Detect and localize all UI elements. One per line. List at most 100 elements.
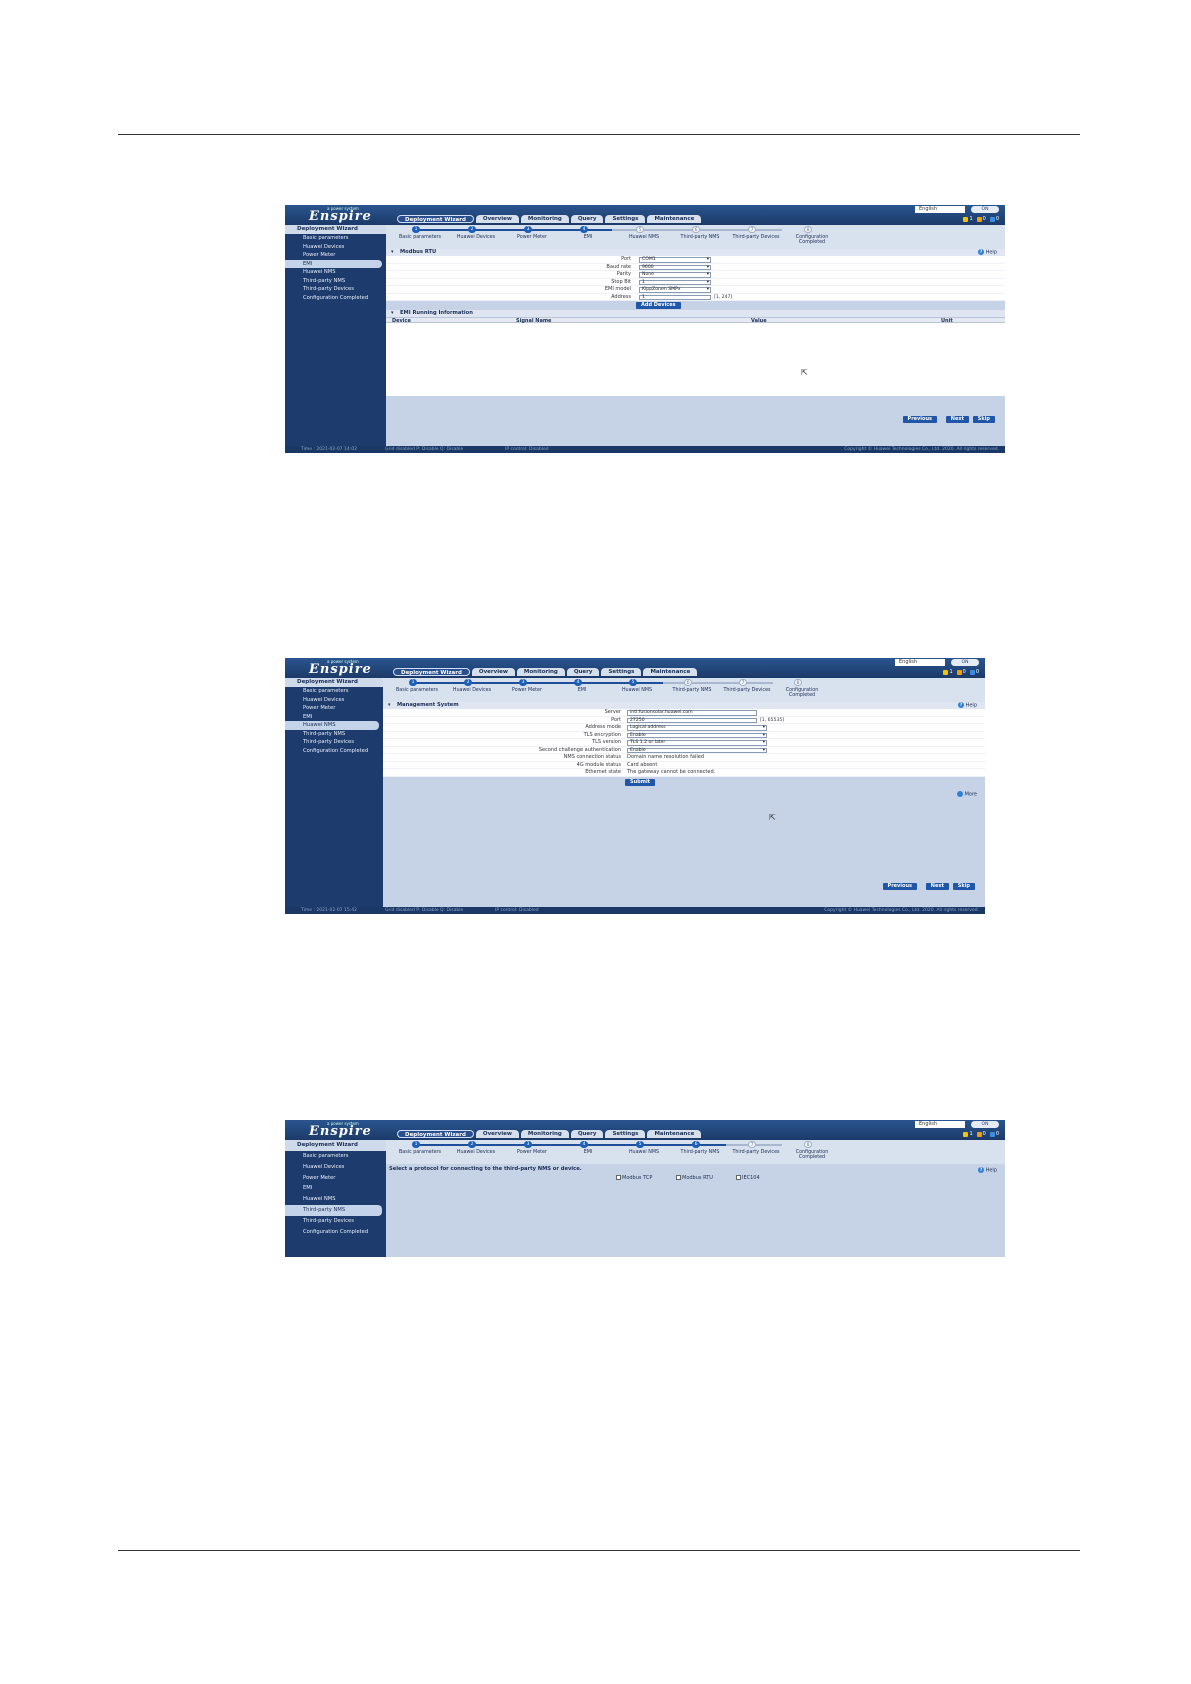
emi-model-select[interactable]: KippZonen SMPx: [639, 287, 711, 293]
tab-query[interactable]: Query: [570, 1130, 604, 1138]
step-dot-6[interactable]: 6: [684, 679, 692, 686]
tab-query[interactable]: Query: [570, 215, 604, 223]
sidebar-item-configuration-completed[interactable]: Configuration Completed: [285, 747, 383, 756]
info-alarm[interactable]: 0: [989, 1131, 999, 1137]
step-dot-5[interactable]: 5: [636, 226, 644, 233]
step-dot-6[interactable]: 6: [692, 1141, 700, 1148]
tab-settings[interactable]: Settings: [605, 215, 646, 223]
step-dot-3[interactable]: 3: [519, 679, 527, 686]
sidebar-item-configuration-completed[interactable]: Configuration Completed: [285, 1227, 386, 1238]
minor-alarm[interactable]: 0: [956, 669, 966, 675]
next-button[interactable]: Next: [925, 882, 949, 890]
sidebar-item-emi[interactable]: EMI: [285, 713, 383, 722]
sidebar-item-configuration-completed[interactable]: Configuration Completed: [285, 294, 386, 303]
sidebar-item-basic-parameters[interactable]: Basic parameters: [285, 1151, 386, 1162]
server-input[interactable]: intl.fusionsolar.huawei.com: [627, 710, 757, 716]
major-alarm[interactable]: 1: [963, 216, 973, 222]
previous-button[interactable]: Previous: [882, 882, 917, 890]
tls-version-select[interactable]: TLS 1.2 or later: [627, 740, 767, 746]
baud-rate-select[interactable]: 9600: [639, 264, 711, 270]
add-devices-button[interactable]: Add Devices: [636, 302, 681, 309]
management-system-header[interactable]: ▾ Management System ? Help: [383, 702, 985, 709]
step-dot-3[interactable]: 3: [524, 1141, 532, 1148]
sidebar-item-huawei-devices[interactable]: Huawei Devices: [285, 1162, 386, 1173]
tab-monitoring[interactable]: Monitoring: [520, 1130, 569, 1138]
tab-maintenance[interactable]: Maintenance: [647, 1130, 702, 1138]
sidebar-item-huawei-devices[interactable]: Huawei Devices: [285, 243, 386, 252]
checkbox[interactable]: [676, 1175, 681, 1180]
tab-overview[interactable]: Overview: [471, 668, 515, 676]
tab-settings[interactable]: Settings: [601, 668, 642, 676]
language-select[interactable]: English: [895, 659, 945, 666]
step-dot-2[interactable]: 2: [468, 226, 476, 233]
next-button[interactable]: Next: [945, 416, 969, 423]
sidebar-item-power-meter[interactable]: Power Meter: [285, 251, 386, 260]
power-toggle[interactable]: ON: [971, 206, 999, 213]
step-dot-7[interactable]: 7: [748, 226, 756, 233]
step-dot-1[interactable]: 1: [409, 679, 417, 686]
info-alarm[interactable]: 0: [989, 216, 999, 222]
tab-deployment-wizard[interactable]: Deployment Wizard: [397, 215, 474, 223]
minor-alarm[interactable]: 0: [976, 216, 986, 222]
parity-select[interactable]: None: [639, 272, 711, 278]
step-dot-8[interactable]: 8: [794, 679, 802, 686]
skip-button[interactable]: Skip: [972, 416, 995, 423]
step-dot-4[interactable]: 4: [580, 1141, 588, 1148]
step-dot-8[interactable]: 8: [804, 1141, 812, 1148]
major-alarm[interactable]: 1: [943, 669, 953, 675]
emi-running-info-header[interactable]: ▾ EMI Running Information: [386, 310, 1005, 317]
step-dot-8[interactable]: 8: [804, 226, 812, 233]
tab-deployment-wizard[interactable]: Deployment Wizard: [393, 668, 470, 676]
step-dot-5[interactable]: 5: [629, 679, 637, 686]
modbus-rtu-option[interactable]: Modbus RTU: [676, 1175, 713, 1181]
power-toggle[interactable]: ON: [951, 659, 979, 666]
minor-alarm[interactable]: 0: [976, 1131, 986, 1137]
submit-button[interactable]: Submit: [625, 778, 656, 786]
address-mode-select[interactable]: Logical address: [627, 725, 767, 731]
step-dot-1[interactable]: 1: [412, 1141, 420, 1148]
tab-maintenance[interactable]: Maintenance: [643, 668, 698, 676]
sidebar-item-basic-parameters[interactable]: Basic parameters: [285, 234, 386, 243]
sidebar-item-power-meter[interactable]: Power Meter: [285, 1173, 386, 1184]
step-dot-2[interactable]: 2: [464, 679, 472, 686]
sidebar-item-third-party-nms[interactable]: Third-party NMS: [285, 1204, 382, 1216]
modbus-tcp-option[interactable]: Modbus TCP: [616, 1175, 652, 1181]
tab-monitoring[interactable]: Monitoring: [516, 668, 565, 676]
tab-overview[interactable]: Overview: [475, 215, 519, 223]
modbus-rtu-header[interactable]: ▾ Modbus RTU ? Help: [386, 249, 1005, 256]
step-dot-3[interactable]: 3: [524, 226, 532, 233]
tab-maintenance[interactable]: Maintenance: [647, 215, 702, 223]
tab-monitoring[interactable]: Monitoring: [520, 215, 569, 223]
sidebar-item-third-party-nms[interactable]: Third-party NMS: [285, 277, 386, 286]
sidebar-item-third-party-devices[interactable]: Third-party Devices: [285, 1216, 386, 1227]
sidebar-item-huawei-nms[interactable]: Huawei NMS: [285, 721, 379, 730]
step-dot-1[interactable]: 1: [412, 226, 420, 233]
help-link[interactable]: ? Help: [978, 1167, 997, 1174]
sidebar-item-huawei-nms[interactable]: Huawei NMS: [285, 1194, 386, 1205]
step-dot-4[interactable]: 4: [574, 679, 582, 686]
more-link[interactable]: More: [957, 790, 977, 797]
tls-encryption-select[interactable]: Enable: [627, 732, 767, 738]
checkbox[interactable]: [616, 1175, 621, 1180]
info-alarm[interactable]: 0: [969, 669, 979, 675]
second-challenge-select[interactable]: Enable: [627, 747, 767, 753]
previous-button[interactable]: Previous: [902, 416, 937, 423]
tab-overview[interactable]: Overview: [475, 1130, 519, 1138]
major-alarm[interactable]: 1: [963, 1131, 973, 1137]
port-input[interactable]: 27250: [627, 717, 757, 723]
checkbox[interactable]: [736, 1175, 741, 1180]
sidebar-item-power-meter[interactable]: Power Meter: [285, 704, 383, 713]
address-input[interactable]: 1: [639, 294, 711, 300]
power-toggle[interactable]: ON: [971, 1121, 999, 1128]
language-select[interactable]: English: [915, 1121, 965, 1128]
language-select[interactable]: English: [915, 206, 965, 213]
sidebar-item-huawei-nms[interactable]: Huawei NMS: [285, 268, 386, 277]
sidebar-item-third-party-nms[interactable]: Third-party NMS: [285, 730, 383, 739]
stop-bit-select[interactable]: 1: [639, 279, 711, 285]
tab-deployment-wizard[interactable]: Deployment Wizard: [397, 1130, 474, 1138]
sidebar-item-third-party-devices[interactable]: Third-party Devices: [285, 285, 386, 294]
tab-settings[interactable]: Settings: [605, 1130, 646, 1138]
step-dot-6[interactable]: 6: [692, 226, 700, 233]
step-dot-7[interactable]: 7: [739, 679, 747, 686]
sidebar-item-emi[interactable]: EMI: [285, 259, 382, 268]
